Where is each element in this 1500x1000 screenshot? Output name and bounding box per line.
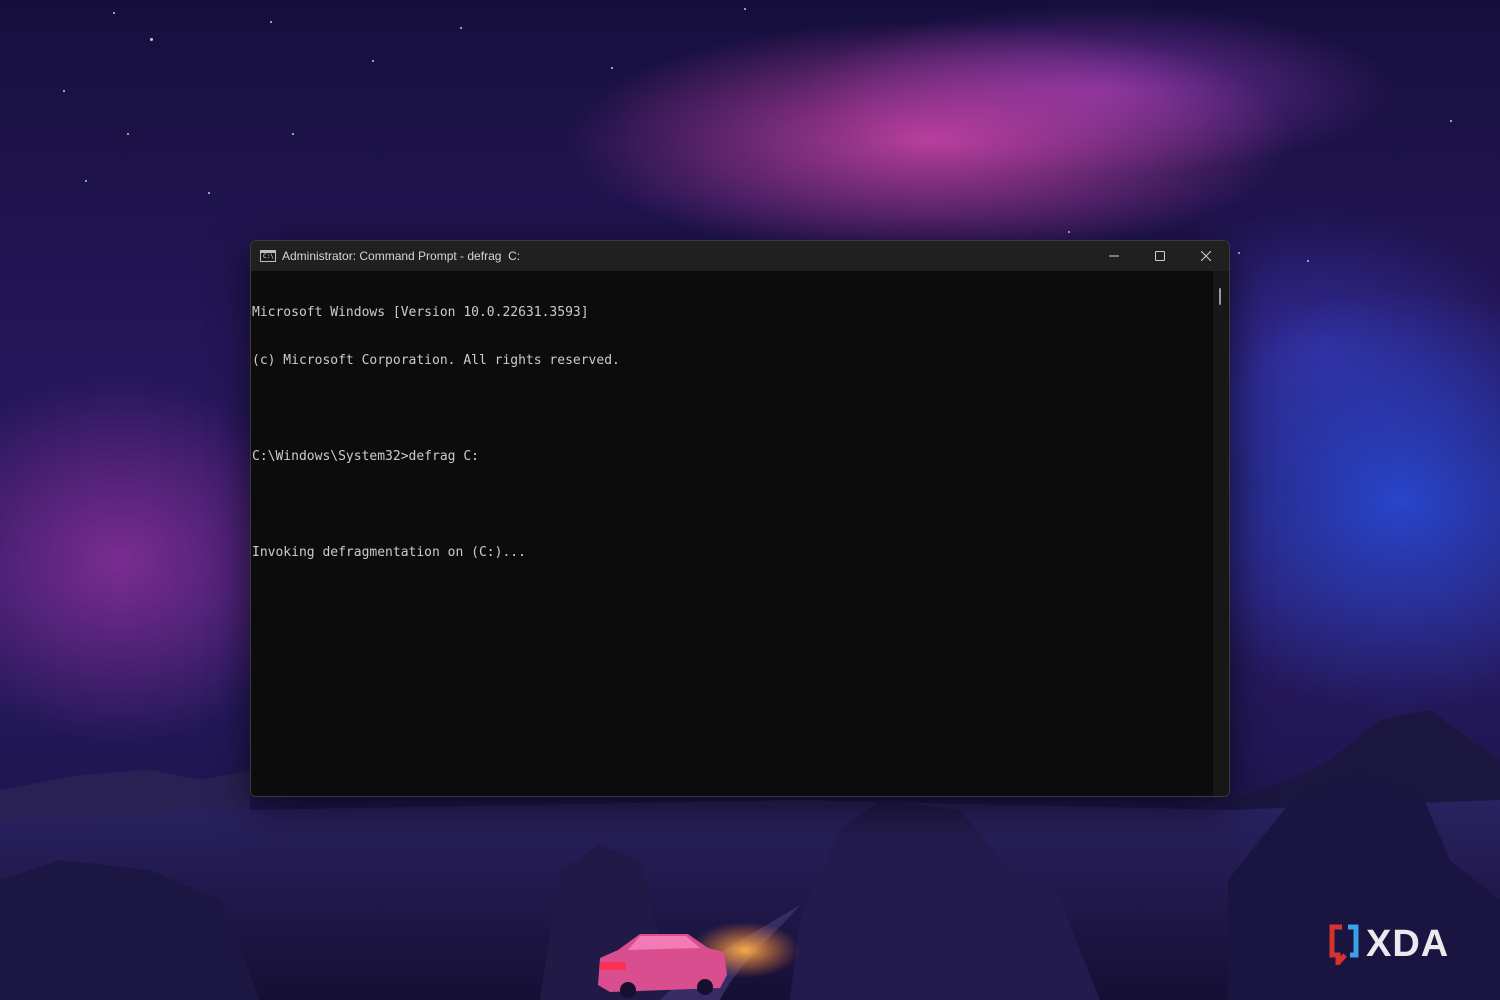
command-prompt-window[interactable]: C:\ Administrator: Command Prompt - defr…: [250, 240, 1230, 797]
console-line: C:\Windows\System32>defrag C:: [252, 449, 479, 464]
console-line: Invoking defragmentation on (C:)...: [252, 545, 526, 560]
window-title: Administrator: Command Prompt - defrag C…: [282, 249, 521, 263]
minimize-button[interactable]: [1091, 241, 1137, 271]
title-bar[interactable]: C:\ Administrator: Command Prompt - defr…: [251, 241, 1229, 271]
maximize-icon: [1155, 251, 1165, 261]
maximize-button[interactable]: [1137, 241, 1183, 271]
cmd-icon-glyph: C:\: [263, 253, 274, 260]
xda-bracket-icon: [1329, 924, 1359, 965]
xda-logo: XDA: [1328, 922, 1449, 966]
console-line: Microsoft Windows [Version 10.0.22631.35…: [252, 305, 589, 320]
minimize-icon: [1109, 255, 1119, 257]
console-line: (c) Microsoft Corporation. All rights re…: [252, 353, 620, 368]
vertical-scrollbar[interactable]: [1213, 271, 1229, 796]
cmd-icon: C:\: [260, 250, 276, 262]
console-output[interactable]: Microsoft Windows [Version 10.0.22631.35…: [251, 271, 1213, 796]
close-button[interactable]: [1183, 241, 1229, 271]
close-icon: [1201, 251, 1211, 261]
scroll-thumb[interactable]: [1219, 288, 1221, 305]
window-controls: [1091, 241, 1229, 271]
xda-logo-text: XDA: [1366, 922, 1450, 965]
